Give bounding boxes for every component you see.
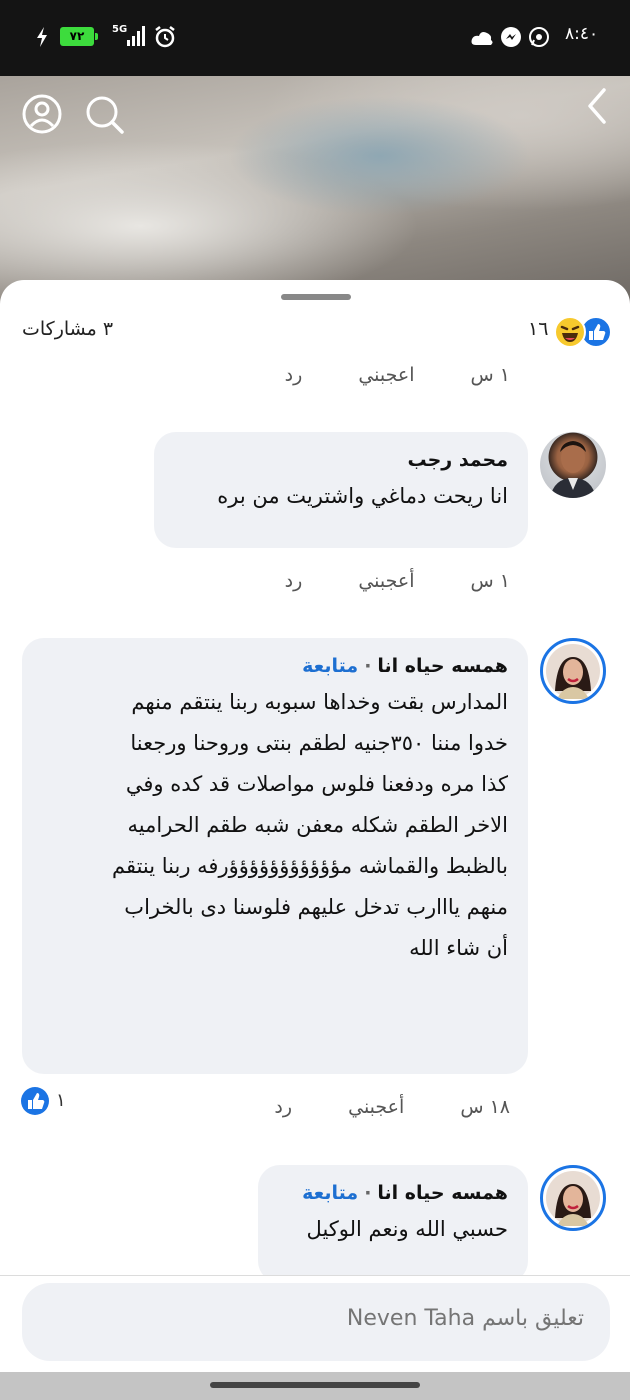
avatar-portrait xyxy=(546,644,600,699)
like-button[interactable]: أعجبني xyxy=(348,1096,404,1118)
whatsapp-icon xyxy=(529,27,549,47)
comment-line: منهم يااارب تدخل عليهم فلوسنا دى بالخراب xyxy=(124,895,508,919)
comment-author[interactable]: همسه حياه انا xyxy=(377,655,508,677)
comment-actions: ١٨ س أعجبني رد xyxy=(224,1096,510,1118)
avatar[interactable] xyxy=(540,432,606,498)
reaction-summary[interactable]: ١٦ ٣ مشاركات xyxy=(0,310,630,354)
comment-author[interactable]: همسه حياه انا xyxy=(377,1182,508,1204)
comment-line: المدارس بقت وخداها سبوبه ربنا ينتقم منهم xyxy=(131,690,508,714)
reply-button[interactable]: رد xyxy=(285,364,303,386)
comment-text: المدارس بقت وخداها سبوبه ربنا ينتقم منهم… xyxy=(40,682,508,969)
comment-time: ١ س xyxy=(470,570,510,592)
separator-dot: · xyxy=(364,655,372,677)
comment-line: خدوا مننا ٣٥٠جنيه لطقم بنتى وروحنا ورجعن… xyxy=(130,731,508,755)
comment-text: انا ريحت دماغي واشتريت من بره xyxy=(172,476,508,517)
comment-composer[interactable] xyxy=(22,1283,610,1361)
comment-author[interactable]: محمد رجب xyxy=(172,444,508,476)
reaction-count: ١٦ xyxy=(528,318,549,340)
like-button[interactable]: اعجبني xyxy=(358,364,414,386)
profile-icon[interactable] xyxy=(22,94,62,134)
comment-line: أن شاء الله xyxy=(409,936,508,960)
avatar[interactable] xyxy=(540,638,606,704)
battery-level: ٧٢ xyxy=(69,29,85,43)
separator-dot: · xyxy=(364,1182,372,1204)
comment-line: كذا مره ودفعنا فلوس مواصلات قد كده وفي xyxy=(125,772,508,796)
comment-line: بالظبط والقماشه مؤؤؤؤؤؤؤؤؤؤؤرفه ربنا ينت… xyxy=(111,854,508,878)
reply-button[interactable]: رد xyxy=(285,570,303,592)
comment-actions: ١ س اعجبني رد xyxy=(235,364,510,386)
comment-header: همسه حياه انا· متابعة xyxy=(40,650,508,682)
avatar-portrait xyxy=(546,1171,600,1226)
messenger-icon xyxy=(501,27,521,47)
shares-count[interactable]: ٣ مشاركات xyxy=(22,318,113,340)
comment-input[interactable] xyxy=(62,1305,586,1332)
comment-text: حسبي الله ونعم الوكيل xyxy=(276,1209,508,1250)
follow-button[interactable]: متابعة xyxy=(302,1182,358,1204)
status-bar: ٨:٤٠ 5G ٧٢ xyxy=(0,0,630,76)
signal-icon xyxy=(127,26,147,46)
comment-time: ١٨ س xyxy=(460,1096,510,1118)
haha-icon xyxy=(554,316,586,348)
like-reaction-icon[interactable] xyxy=(20,1086,50,1116)
comment-line: انا ريحت دماغي واشتريت من بره xyxy=(217,484,508,508)
like-button[interactable]: أعجبني xyxy=(358,570,414,592)
home-gesture-bar[interactable] xyxy=(210,1382,420,1388)
comment-header: همسه حياه انا· متابعة xyxy=(276,1177,508,1209)
comment-bubble[interactable]: همسه حياه انا· متابعة حسبي الله ونعم الوك… xyxy=(258,1165,528,1283)
back-chevron-icon[interactable] xyxy=(580,86,620,126)
battery-icon: ٧٢ xyxy=(60,27,98,46)
search-icon[interactable] xyxy=(84,94,124,134)
comment-time: ١ س xyxy=(470,364,510,386)
follow-button[interactable]: متابعة xyxy=(302,655,358,677)
comment-bubble[interactable]: محمد رجب انا ريحت دماغي واشتريت من بره xyxy=(154,432,528,548)
comment-like-count: ١ xyxy=(56,1090,66,1111)
alarm-icon xyxy=(155,26,175,48)
cloud-icon xyxy=(471,32,493,45)
network-label: 5G xyxy=(112,24,128,35)
avatar-portrait xyxy=(550,441,596,498)
comment-bubble[interactable]: همسه حياه انا· متابعة المدارس بقت وخداها … xyxy=(22,638,528,1074)
avatar[interactable] xyxy=(540,1165,606,1231)
reply-button[interactable]: رد xyxy=(274,1096,292,1118)
comment-actions: ١ س أعجبني رد xyxy=(235,570,510,592)
sheet-drag-handle[interactable] xyxy=(281,294,351,300)
comment-line: حسبي الله ونعم الوكيل xyxy=(306,1217,508,1241)
status-time: ٨:٤٠ xyxy=(565,24,599,44)
comment-line: الاخر الطقم شكله معفن شبه طقم الحراميه xyxy=(127,813,508,837)
comments-sheet: ١٦ ٣ مشاركات ١ س اعجبني رد محمد رجب انا … xyxy=(0,280,630,1400)
charging-icon xyxy=(37,27,47,47)
